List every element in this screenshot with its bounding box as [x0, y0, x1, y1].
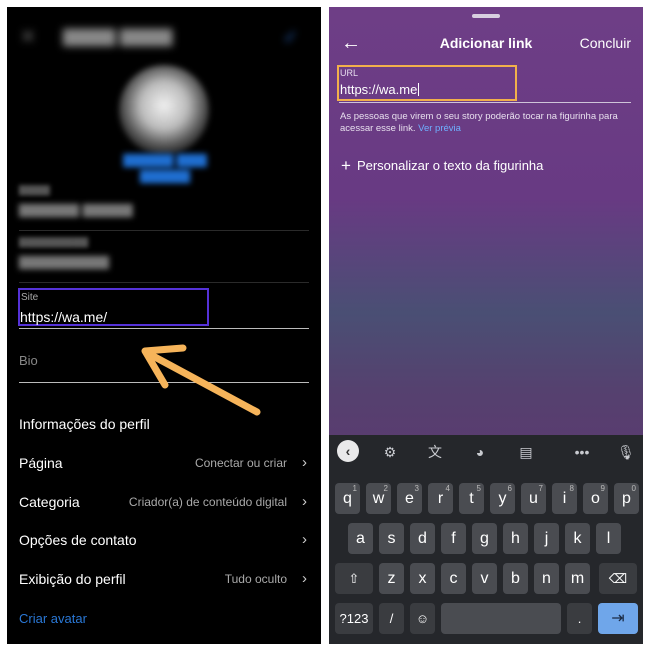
- palette-icon[interactable]: ◕: [469, 441, 491, 463]
- drag-handle[interactable]: [472, 14, 500, 18]
- menu-item-page[interactable]: Página Conectar ou criar ›: [19, 454, 307, 477]
- key-k[interactable]: k: [565, 523, 590, 554]
- key-r[interactable]: r4: [428, 483, 453, 514]
- key-t[interactable]: t5: [459, 483, 484, 514]
- edit-picture-link-blurred[interactable]: ▇▇▇▇▇ ▇▇▇ ▇▇▇▇▇: [97, 152, 233, 183]
- key-n[interactable]: n: [534, 563, 559, 594]
- more-icon[interactable]: •••: [571, 441, 593, 463]
- key-d[interactable]: d: [410, 523, 435, 554]
- slash-key[interactable]: /: [379, 603, 404, 634]
- url-label: URL: [340, 68, 359, 78]
- key-c[interactable]: c: [441, 563, 466, 594]
- key-a[interactable]: a: [348, 523, 373, 554]
- key-f[interactable]: f: [441, 523, 466, 554]
- key-h[interactable]: h: [503, 523, 528, 554]
- customize-sticker-button[interactable]: + Personalizar o texto da figurinha: [341, 156, 543, 176]
- right-screenshot-add-link: ← Adicionar link Concluir URL https://wa…: [329, 7, 643, 644]
- menu-item-value: Criador(a) de conteúdo digital: [128, 495, 287, 509]
- customize-label: Personalizar o texto da figurinha: [356, 158, 544, 173]
- key-s[interactable]: s: [379, 523, 404, 554]
- help-text-body: As pessoas que virem o seu story poderão…: [340, 111, 618, 134]
- key-p[interactable]: p0: [614, 483, 639, 514]
- edit-profile-header: ▇▇▇▇ ▇▇▇▇ ✓: [19, 25, 309, 49]
- key-u[interactable]: u7: [521, 483, 546, 514]
- edit-profile-title-blurred: ▇▇▇▇ ▇▇▇▇: [63, 27, 173, 46]
- enter-key[interactable]: ⇥: [598, 603, 638, 634]
- site-underline: [19, 328, 309, 329]
- key-b[interactable]: b: [503, 563, 528, 594]
- menu-item-label: Exibição do perfil: [19, 571, 126, 587]
- key-q[interactable]: q1: [335, 483, 360, 514]
- backspace-key[interactable]: ⌫: [599, 563, 637, 594]
- url-input-text: https://wa.me: [340, 82, 418, 97]
- menu-item-label: Página: [19, 455, 63, 471]
- spacebar[interactable]: [441, 603, 561, 634]
- site-input[interactable]: https://wa.me/: [20, 309, 107, 325]
- url-underline: [339, 102, 631, 103]
- help-text: As pessoas que virem o seu story poderão…: [340, 111, 632, 135]
- mic-icon[interactable]: 🎙: [615, 441, 637, 463]
- confirm-check-icon[interactable]: ✓: [283, 27, 301, 47]
- key-v[interactable]: v: [472, 563, 497, 594]
- key-z[interactable]: z: [379, 563, 404, 594]
- keyboard-toolbar: ‹ ⚙ 文 ◕ ▤ ••• 🎙: [329, 435, 643, 471]
- settings-icon[interactable]: ⚙: [379, 441, 401, 463]
- key-x[interactable]: x: [410, 563, 435, 594]
- symbols-key[interactable]: ?123: [335, 603, 373, 634]
- chevron-right-icon: ›: [302, 531, 307, 548]
- chevron-right-icon: ›: [302, 454, 307, 471]
- text-cursor: [418, 83, 420, 96]
- menu-item-label: Opções de contato: [19, 532, 137, 548]
- profile-avatar[interactable]: [119, 65, 209, 155]
- emoji-key[interactable]: ☺: [410, 603, 435, 634]
- menu-item-label: Informações do perfil: [19, 416, 150, 432]
- chevron-right-icon: ›: [302, 493, 307, 510]
- translate-icon[interactable]: 文: [424, 441, 446, 463]
- plus-icon: +: [341, 156, 351, 175]
- menu-item-contact-options[interactable]: Opções de contato ›: [19, 531, 307, 554]
- done-button[interactable]: Concluir: [580, 35, 631, 51]
- create-avatar-link[interactable]: Criar avatar: [19, 611, 87, 626]
- key-j[interactable]: j: [534, 523, 559, 554]
- key-o[interactable]: o9: [583, 483, 608, 514]
- key-y[interactable]: y6: [490, 483, 515, 514]
- back-icon[interactable]: ‹: [337, 440, 359, 462]
- key-i[interactable]: i8: [552, 483, 577, 514]
- key-l[interactable]: l: [596, 523, 621, 554]
- back-icon[interactable]: [19, 27, 37, 45]
- chevron-right-icon: ›: [302, 570, 307, 587]
- menu-item-label: Categoria: [19, 494, 80, 510]
- username-field-blurred[interactable]: ▇▇▇▇▇▇▇▇▇ ▇▇▇▇▇▇▇▇▇: [19, 237, 309, 283]
- left-screenshot-edit-profile: ▇▇▇▇ ▇▇▇▇ ✓ ▇▇▇▇▇ ▇▇▇ ▇▇▇▇▇ ▇▇▇▇ ▇▇▇▇▇▇ …: [7, 7, 321, 644]
- menu-item-profile-info[interactable]: Informações do perfil: [19, 416, 307, 438]
- site-label: Site: [21, 292, 39, 303]
- url-input[interactable]: https://wa.me: [340, 82, 420, 97]
- key-w[interactable]: w2: [366, 483, 391, 514]
- key-g[interactable]: g: [472, 523, 497, 554]
- name-field-blurred[interactable]: ▇▇▇▇ ▇▇▇▇▇▇ ▇▇▇▇▇: [19, 185, 309, 231]
- menu-item-value: Tudo oculto: [224, 572, 287, 586]
- menu-item-profile-display[interactable]: Exibição do perfil Tudo oculto ›: [19, 570, 307, 593]
- clipboard-icon[interactable]: ▤: [515, 441, 537, 463]
- menu-item-category[interactable]: Categoria Criador(a) de conteúdo digital…: [19, 493, 307, 516]
- period-key[interactable]: .: [567, 603, 592, 634]
- preview-link[interactable]: Ver prévia: [418, 123, 461, 134]
- menu-item-value: Conectar ou criar: [194, 456, 287, 470]
- key-m[interactable]: m: [565, 563, 590, 594]
- shift-key[interactable]: ⇧: [335, 563, 373, 594]
- key-e[interactable]: e3: [397, 483, 422, 514]
- on-screen-keyboard: ‹ ⚙ 文 ◕ ▤ ••• 🎙 q1 w2 e3 r4 t5 y6 u7 i8 …: [329, 435, 643, 644]
- bio-input[interactable]: Bio: [19, 353, 38, 368]
- bio-underline: [19, 382, 309, 383]
